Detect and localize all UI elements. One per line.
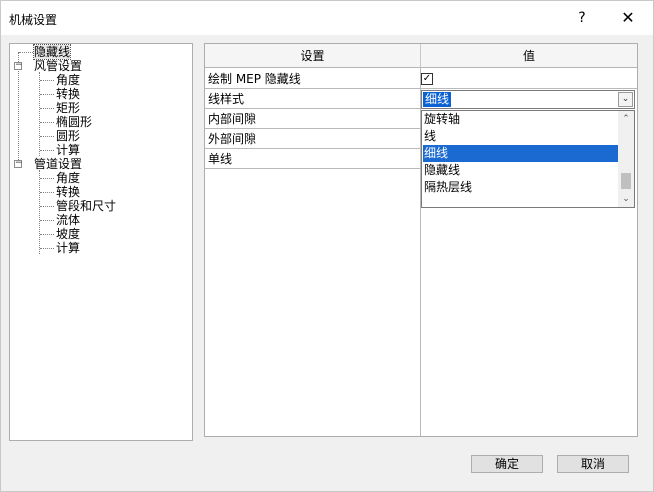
- window-title: 机械设置: [9, 13, 58, 27]
- row-outside-gap: 外部间隙: [205, 129, 420, 149]
- close-button[interactable]: ✕: [613, 5, 643, 31]
- row-draw-mep-hidden-lines: 绘制 MEP 隐藏线: [205, 69, 420, 89]
- draw-mep-hidden-lines-checkbox[interactable]: ✓: [421, 73, 433, 85]
- help-button[interactable]: ?: [567, 5, 597, 31]
- title-bar: 机械设置 ? ✕: [1, 1, 653, 35]
- scroll-down-icon[interactable]: ⌄: [618, 191, 634, 207]
- dropdown-option[interactable]: 旋转轴: [423, 111, 619, 128]
- mechanical-settings-dialog: 机械设置 ? ✕ 隐藏线 − 风管设置 角度 转换 矩形 椭圆形 圆形 计算 −…: [0, 0, 654, 492]
- tree-connector: [40, 136, 54, 137]
- dropdown-option[interactable]: 线: [423, 128, 619, 145]
- combo-selected-value: 细线: [423, 92, 452, 107]
- tree-connector: [40, 192, 54, 193]
- tree-item-duct-calculation[interactable]: 计算: [56, 143, 80, 157]
- tree-item-duct-oval[interactable]: 椭圆形: [56, 115, 92, 129]
- tree-item-pipe-settings[interactable]: 管道设置: [34, 157, 82, 171]
- tree-connector: [40, 220, 54, 221]
- line-style-combobox[interactable]: 细线 ⌄: [421, 90, 635, 109]
- tree-connector: [40, 122, 54, 123]
- column-header-setting[interactable]: 设置: [205, 44, 421, 68]
- tree-item-duct-round[interactable]: 圆形: [56, 129, 80, 143]
- tree-connector: [40, 94, 54, 95]
- collapse-icon[interactable]: −: [14, 61, 23, 70]
- tree-item-pipe-segments-sizes[interactable]: 管段和尺寸: [56, 199, 116, 213]
- tree-item-pipe-fluids[interactable]: 流体: [56, 213, 80, 227]
- tree-item-duct-angle[interactable]: 角度: [56, 73, 80, 87]
- chevron-down-icon[interactable]: ⌄: [618, 92, 633, 107]
- scroll-up-icon[interactable]: ⌃: [618, 111, 634, 127]
- cancel-button[interactable]: 取消: [557, 455, 629, 473]
- row-line-style: 线样式: [205, 89, 420, 109]
- tree-item-pipe-angle[interactable]: 角度: [56, 171, 80, 185]
- ok-button[interactable]: 确定: [471, 455, 543, 473]
- tree-connector: [40, 80, 54, 81]
- tree-connector: [39, 170, 40, 254]
- tree-item-pipe-slope[interactable]: 坡度: [56, 227, 80, 241]
- tree-item-duct-settings[interactable]: 风管设置: [34, 59, 82, 73]
- dropdown-scrollbar[interactable]: ⌃ ⌄: [618, 111, 634, 207]
- collapse-icon[interactable]: −: [14, 159, 23, 168]
- tree-connector: [40, 234, 54, 235]
- settings-tree[interactable]: 隐藏线 − 风管设置 角度 转换 矩形 椭圆形 圆形 计算 − 管道设置 角度 …: [9, 43, 193, 441]
- row-inside-gap: 内部间隙: [205, 109, 420, 129]
- tree-connector: [40, 248, 54, 249]
- tree-item-duct-conversion[interactable]: 转换: [56, 87, 80, 101]
- tree-item-pipe-calculation[interactable]: 计算: [56, 241, 80, 255]
- dropdown-option[interactable]: 隔热层线: [423, 179, 619, 196]
- dropdown-option[interactable]: 隐藏线: [423, 162, 619, 179]
- column-header-value[interactable]: 值: [421, 44, 637, 68]
- value-cell: [421, 69, 637, 89]
- row-single-line: 单线: [205, 149, 420, 169]
- tree-connector: [40, 178, 54, 179]
- tree-item-duct-rectangular[interactable]: 矩形: [56, 101, 80, 115]
- tree-item-hidden-lines[interactable]: 隐藏线: [32, 44, 72, 60]
- tree-connector: [40, 150, 54, 151]
- scroll-thumb[interactable]: [621, 173, 631, 189]
- line-style-dropdown: 旋转轴 线 细线 隐藏线 隔热层线 ⌃ ⌄: [421, 110, 635, 208]
- tree-connector: [39, 72, 40, 156]
- tree-connector: [40, 108, 54, 109]
- dropdown-option-selected[interactable]: 细线: [423, 145, 619, 162]
- tree-item-pipe-conversion[interactable]: 转换: [56, 185, 80, 199]
- tree-connector: [19, 52, 33, 53]
- tree-connector: [40, 206, 54, 207]
